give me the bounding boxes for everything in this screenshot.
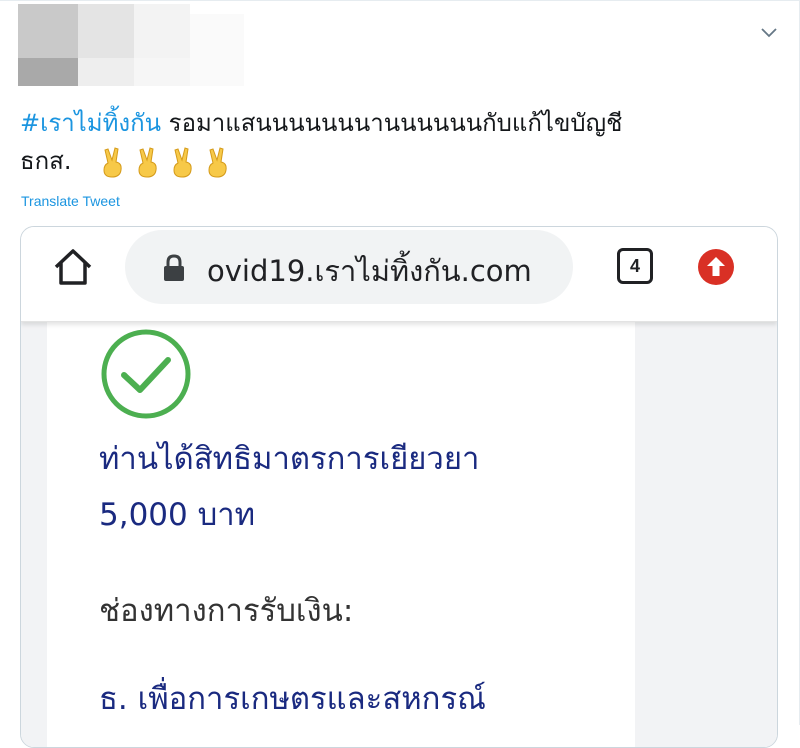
tweet-text-line2: ธกส.: [20, 147, 72, 175]
bank-name: ธ. เพื่อการเกษตรและสหกรณ์: [99, 681, 486, 717]
tweet: #เราไม่ทิ้งกัน รอมาแสนนนนนนนานนนนนนกับแก…: [0, 0, 800, 748]
hashtag-link[interactable]: #เราไม่ทิ้งกัน: [20, 109, 161, 137]
browser-toolbar: ovid19.เราไม่ทิ้งกัน.com 4: [21, 227, 777, 322]
payment-channel-label: ช่องทางการรับเงิน:: [99, 593, 354, 629]
emoji-row: [98, 146, 231, 178]
address-bar[interactable]: ovid19.เราไม่ทิ้งกัน.com: [125, 230, 573, 304]
eligibility-message: ท่านได้สิทธิมาตรการเยียวยา 5,000 บาท: [99, 431, 619, 543]
victory-hand-emoji: [173, 147, 192, 178]
chevron-down-icon[interactable]: [760, 26, 778, 40]
translate-tweet-link[interactable]: Translate Tweet: [21, 193, 120, 209]
top-divider: [0, 0, 800, 1]
eligibility-line: ท่านได้สิทธิมาตรการเยียวยา: [99, 441, 480, 477]
tab-switcher-icon[interactable]: 4: [617, 248, 653, 284]
amount-text: 5,000 บาท: [99, 497, 256, 533]
url-text[interactable]: ovid19.เราไม่ทิ้งกัน.com: [207, 248, 532, 294]
tweet-text-line1: รอมาแสนนนนนนนานนนนนนกับแก้ไขบัญชี: [161, 109, 623, 137]
update-icon[interactable]: [697, 248, 735, 286]
blurred-user-header[interactable]: [18, 4, 244, 86]
home-icon[interactable]: [51, 246, 95, 288]
lock-icon: [164, 254, 184, 281]
check-circle-icon: [101, 329, 191, 419]
victory-hand-emoji: [138, 147, 157, 178]
victory-hand-emoji: [208, 147, 227, 178]
attached-screenshot[interactable]: ovid19.เราไม่ทิ้งกัน.com 4 ท่านได้สิทธิม…: [20, 226, 778, 748]
victory-hand-emoji: [103, 147, 122, 178]
